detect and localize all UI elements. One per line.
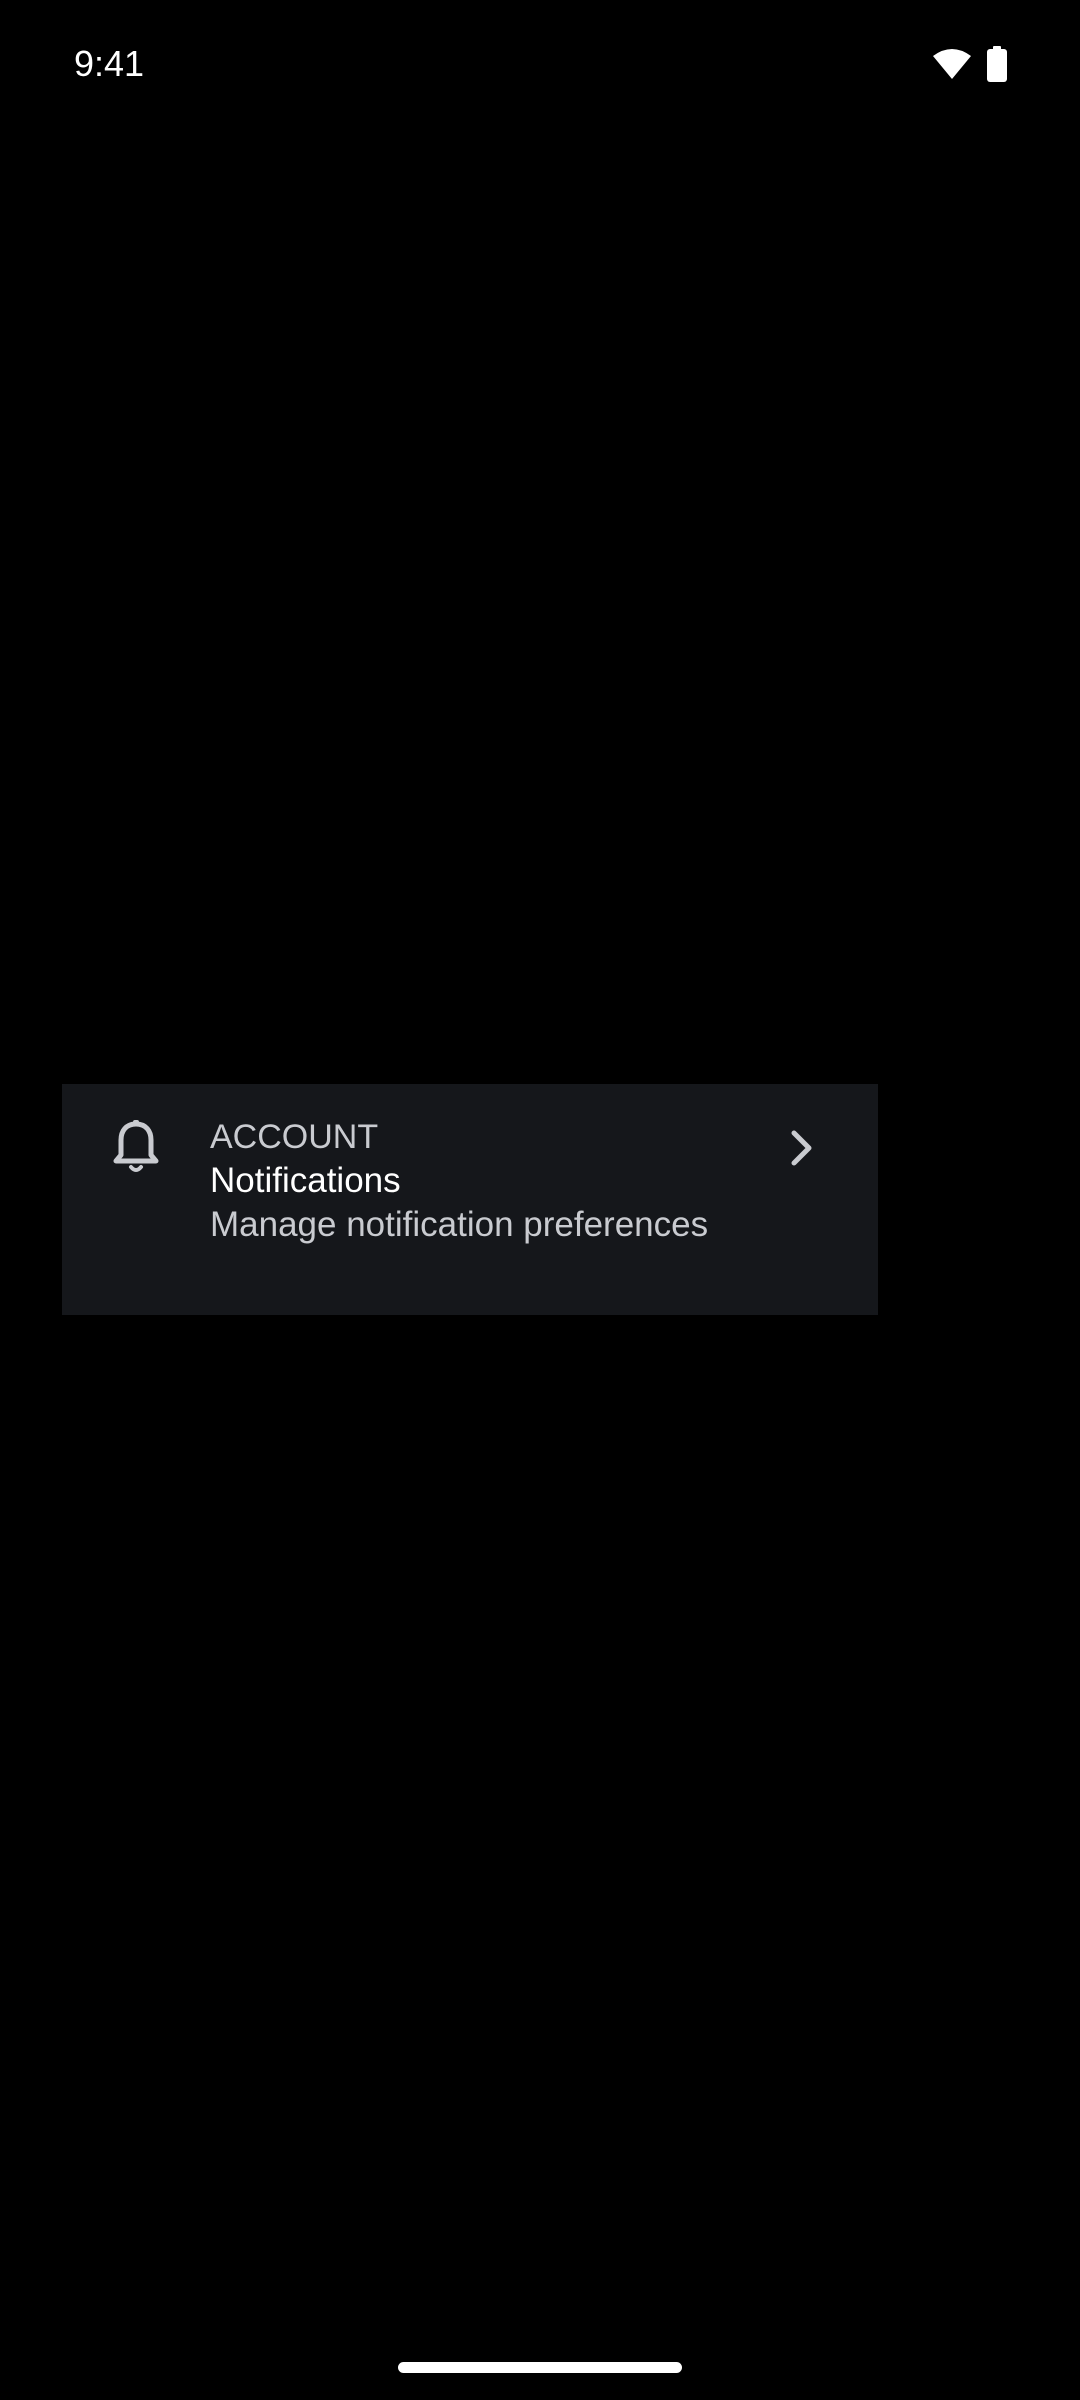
settings-item-title: Notifications bbox=[210, 1161, 401, 1200]
settings-item-category: ACCOUNT bbox=[210, 1118, 379, 1156]
wifi-icon bbox=[932, 48, 972, 80]
gesture-nav-handle[interactable] bbox=[398, 2362, 682, 2373]
settings-item-subtitle: Manage notification preferences bbox=[210, 1205, 709, 1244]
battery-icon bbox=[986, 46, 1008, 82]
status-icons bbox=[932, 46, 1008, 82]
status-time: 9:41 bbox=[74, 43, 145, 84]
settings-item-text: ACCOUNT Notifications Manage notificatio… bbox=[210, 1115, 770, 1247]
status-bar: 9:41 bbox=[0, 0, 1080, 130]
bell-icon bbox=[110, 1119, 162, 1175]
chevron-right-icon bbox=[787, 1129, 817, 1167]
